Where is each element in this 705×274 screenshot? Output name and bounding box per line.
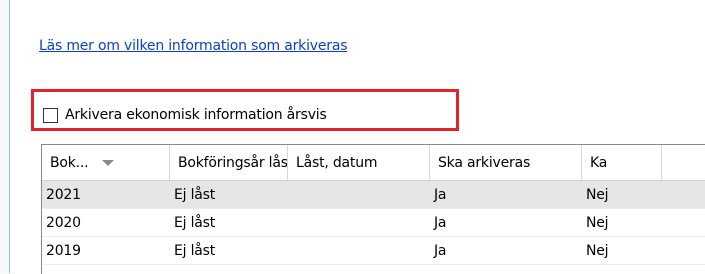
column-header-year[interactable]: Bok... bbox=[42, 145, 170, 180]
column-header-date-label: Låst, datum bbox=[296, 154, 378, 171]
cell-archive: Ja bbox=[434, 214, 447, 231]
table-row[interactable]: 2019 Ej låst Ja Nej bbox=[42, 237, 705, 265]
column-header-archive[interactable]: Ska arkiveras bbox=[430, 145, 582, 180]
column-header-extra[interactable]: Ka bbox=[582, 145, 662, 180]
sort-down-icon bbox=[102, 159, 115, 166]
cell-year: 2021 bbox=[46, 186, 81, 203]
cell-date bbox=[288, 181, 430, 208]
table-row[interactable]: 2020 Ej låst Ja Nej bbox=[42, 209, 705, 237]
cell-archive: Ja bbox=[434, 242, 447, 259]
fiscal-year-grid: Bok... Bokföringsår låst Låst, datum Ska… bbox=[41, 144, 705, 274]
cell-locked: Ej låst bbox=[174, 214, 216, 231]
table-row[interactable]: 2021 Ej låst Ja Nej bbox=[42, 181, 705, 209]
cell-year: 2019 bbox=[46, 242, 81, 259]
cell-archive: Ja bbox=[434, 186, 447, 203]
cell-date bbox=[288, 237, 430, 264]
column-header-archive-label: Ska arkiveras bbox=[438, 154, 531, 171]
cell-extra: Nej bbox=[586, 186, 609, 203]
window-left-border bbox=[0, 0, 10, 273]
cell-date bbox=[288, 209, 430, 236]
cell-extra: Nej bbox=[586, 214, 609, 231]
grid-header: Bok... Bokföringsår låst Låst, datum Ska… bbox=[42, 145, 705, 181]
column-header-locked[interactable]: Bokföringsår låst bbox=[170, 145, 288, 180]
cell-extra: Nej bbox=[586, 242, 609, 259]
column-header-date[interactable]: Låst, datum bbox=[288, 145, 430, 180]
archive-checkbox-label[interactable]: Arkivera ekonomisk information årsvis bbox=[65, 107, 327, 123]
archive-checkbox-row[interactable]: Arkivera ekonomisk information årsvis bbox=[43, 105, 327, 125]
column-header-locked-label: Bokföringsår låst bbox=[178, 154, 288, 171]
archive-checkbox[interactable] bbox=[43, 107, 58, 123]
column-header-year-label: Bok... bbox=[50, 154, 89, 171]
cell-locked: Ej låst bbox=[174, 242, 216, 259]
column-header-extra-label: Ka bbox=[590, 154, 608, 171]
archive-info-link[interactable]: Läs mer om vilken information som arkive… bbox=[39, 38, 348, 54]
cell-locked: Ej låst bbox=[174, 186, 216, 203]
cell-year: 2020 bbox=[46, 214, 81, 231]
